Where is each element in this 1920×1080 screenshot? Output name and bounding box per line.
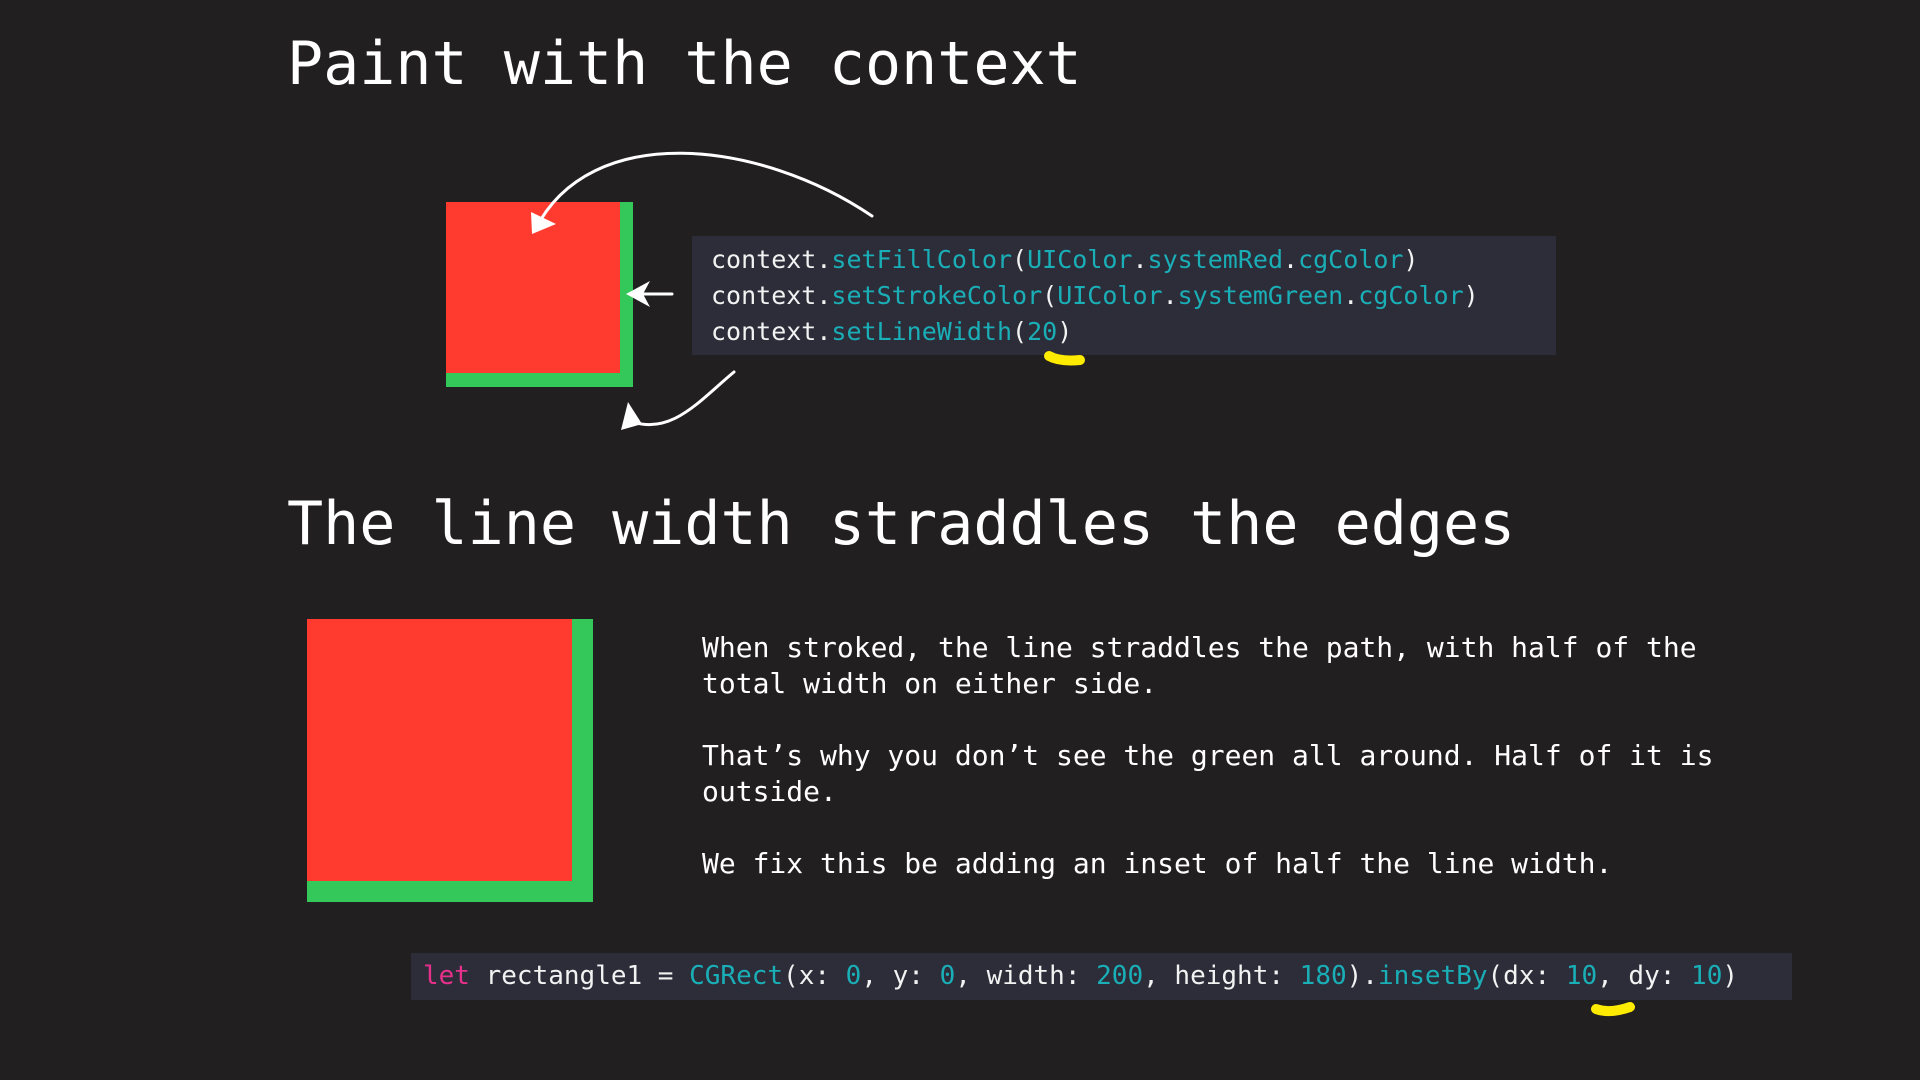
code-line: context.setFillColor(UIColor.systemRed.c… [711, 242, 1556, 278]
demo-square-small [446, 202, 633, 387]
explanation-paragraph-2: That’s why you don’t see the green all a… [702, 739, 1714, 808]
code-token-plain: , dy: [1597, 961, 1692, 991]
red-fill-small [446, 202, 620, 373]
code-token-num: 10 [1691, 961, 1723, 991]
code-token-method: insetBy [1377, 961, 1488, 991]
code-token-plain: , y: [861, 961, 940, 991]
code-token-kw: let [423, 961, 470, 991]
code-token-method: cgColor [1358, 281, 1464, 310]
code-token-num: 200 [1096, 961, 1144, 991]
code-token-plain: . [1132, 245, 1148, 274]
highlight-mark-line-width [1044, 351, 1085, 366]
code-token-plain: ) [1722, 961, 1739, 991]
code-block-context-setup: context.setFillColor(UIColor.systemRed.c… [692, 236, 1556, 355]
code-token-num: 10 [1565, 961, 1598, 991]
code-line: context.setStrokeColor(UIColor.systemGre… [711, 278, 1556, 314]
code-token-num: 0 [939, 961, 956, 991]
code-token-plain: rectangle1 = [469, 961, 690, 991]
code-token-plain: context. [711, 281, 832, 310]
code-token-method: systemRed [1147, 245, 1283, 274]
code-token-plain: ) [1057, 317, 1073, 346]
code-token-plain: ). [1346, 961, 1378, 991]
code-token-plain: ) [1463, 281, 1479, 310]
code-token-plain: . [1162, 281, 1178, 310]
arrow-head-line-width-icon [621, 402, 642, 430]
slide-title-line-width-straddles: The line width straddles the edges [287, 489, 1516, 559]
code-line: context.setLineWidth(20) [711, 314, 1556, 350]
code-token-plain: context. [711, 317, 832, 346]
code-token-num: 20 [1027, 317, 1058, 346]
code-token-plain: ( [1042, 281, 1058, 310]
explanation-paragraph-3: We fix this be adding an inset of half t… [702, 847, 1613, 880]
code-block-rectangle-inset: let rectangle1 = CGRect(x: 0, y: 0, widt… [411, 953, 1792, 1000]
code-token-plain: (dx: [1487, 961, 1566, 991]
explanation-paragraph-1: When stroked, the line straddles the pat… [702, 631, 1697, 700]
highlight-mark-inset [1591, 1002, 1635, 1017]
code-token-num: 0 [845, 961, 862, 991]
code-token-plain: (x: [783, 961, 846, 991]
code-token-plain: . [1343, 281, 1359, 310]
demo-square-large [307, 619, 593, 902]
code-token-plain: ) [1403, 245, 1419, 274]
code-token-plain: ( [1012, 317, 1028, 346]
code-token-method: setLineWidth [831, 317, 1013, 346]
code-token-method: setStrokeColor [831, 281, 1043, 310]
arrow-curve-to-line-width [626, 370, 736, 427]
code-token-plain: , width: [955, 961, 1097, 991]
slide-title-paint-with-context: Paint with the context [287, 29, 1082, 99]
code-token-method: cgColor [1298, 245, 1404, 274]
code-token-plain: , height: [1143, 961, 1300, 991]
code-token-plain: ( [1012, 245, 1028, 274]
code-token-method: setFillColor [831, 245, 1013, 274]
code-token-plain: . [1283, 245, 1299, 274]
code-token-type: UIColor [1027, 245, 1133, 274]
code-token-type: UIColor [1057, 281, 1163, 310]
red-fill-large [307, 619, 572, 881]
code-token-method: systemGreen [1177, 281, 1344, 310]
code-token-plain: context. [711, 245, 832, 274]
code-token-num: 180 [1299, 961, 1347, 991]
code-token-type: CGRect [689, 961, 784, 991]
